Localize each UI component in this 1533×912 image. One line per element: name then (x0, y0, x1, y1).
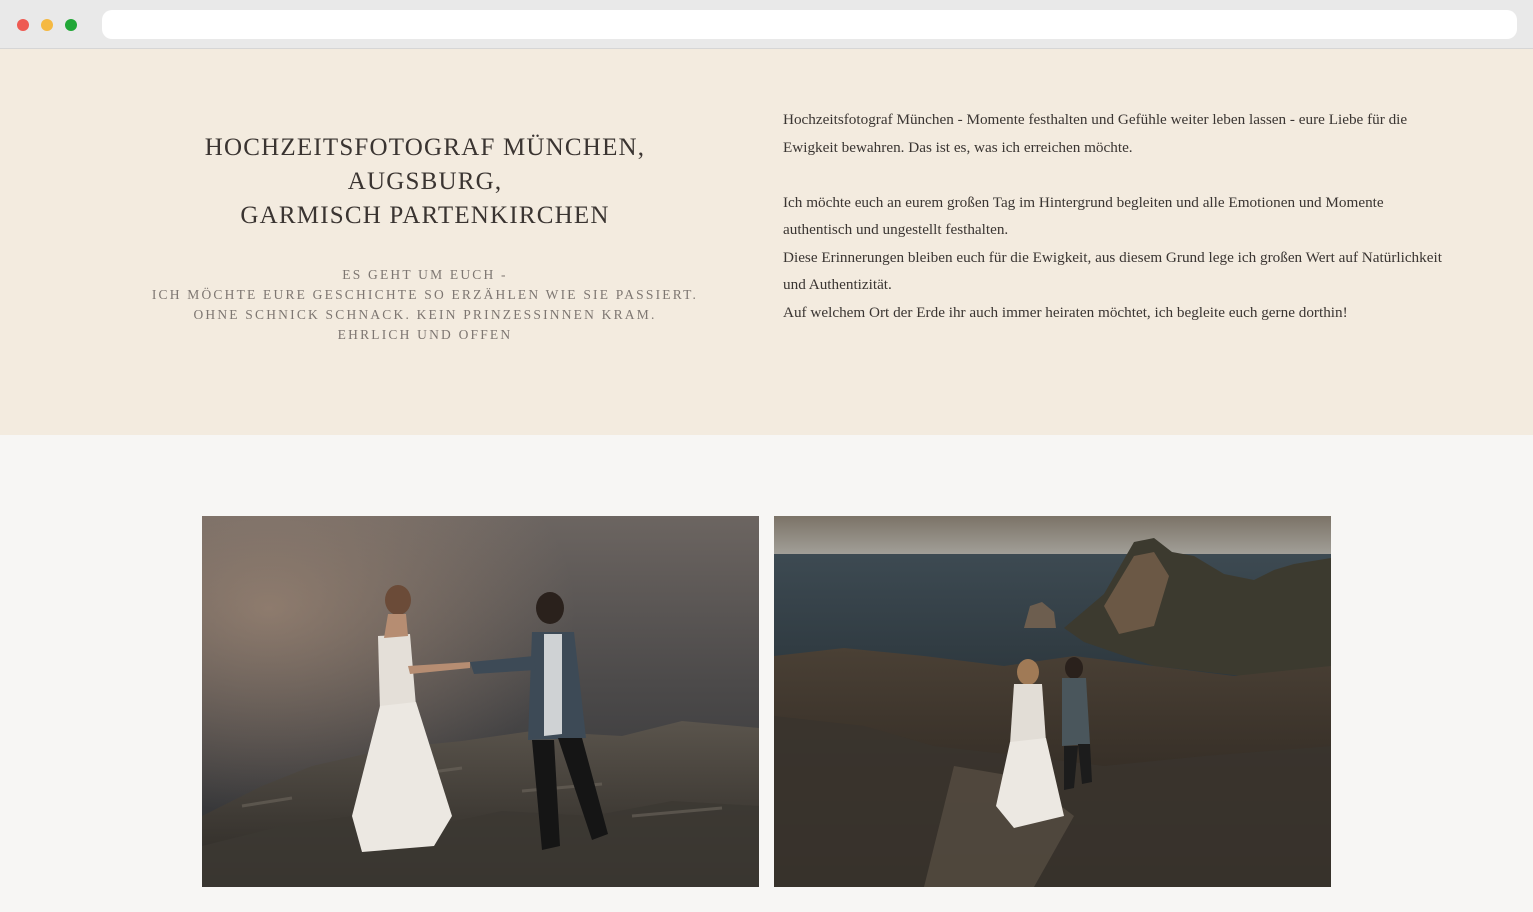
intro-subtitle: ES GEHT UM EUCH - ICH MÖCHTE EURE GESCHI… (151, 267, 699, 342)
couple-on-cliff-photo[interactable] (202, 516, 759, 887)
intro-section: HOCHZEITSFOTOGRAF MÜNCHEN, AUGSBURG, GAR… (0, 49, 1533, 435)
intro-paragraph: Auf welchem Ort der Erde ihr auch immer … (783, 303, 1348, 321)
intro-paragraph: Diese Erinnerungen bleiben euch für die … (783, 248, 1442, 294)
browser-toolbar (0, 0, 1533, 49)
photo-gallery (0, 435, 1533, 912)
intro-heading-block: HOCHZEITSFOTOGRAF MÜNCHEN, AUGSBURG, GAR… (100, 131, 750, 345)
intro-paragraph: Ich möchte euch an eurem großen Tag im H… (783, 193, 1384, 239)
maximize-window-button[interactable] (65, 19, 77, 31)
minimize-window-button[interactable] (41, 19, 53, 31)
intro-paragraph: Hochzeitsfotograf München - Momente fest… (783, 111, 1408, 156)
address-bar[interactable] (102, 10, 1517, 39)
couple-walking-coast-image (774, 516, 1331, 887)
intro-text-block: Hochzeitsfotograf München - Momente fest… (783, 106, 1443, 326)
couple-on-cliff-image (202, 516, 759, 887)
close-window-button[interactable] (17, 19, 29, 31)
couple-walking-coast-photo[interactable] (774, 516, 1331, 887)
page-title: HOCHZEITSFOTOGRAF MÜNCHEN, AUGSBURG, GAR… (204, 134, 646, 229)
